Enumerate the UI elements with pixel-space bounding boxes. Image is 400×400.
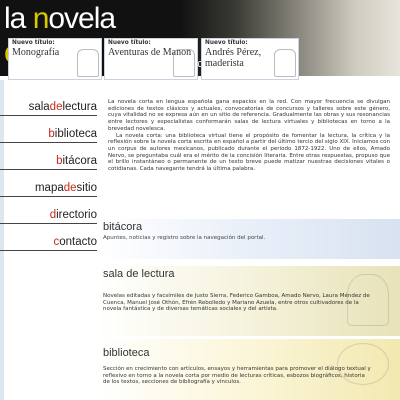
nav-item-mapa-de-sitio[interactable]: mapadesitio [0,180,97,197]
nav-label: sitio [76,182,97,194]
nav-item-biblioteca[interactable]: biblioteca [0,126,97,143]
section-title[interactable]: biblioteca [103,347,149,359]
new-title-card[interactable]: Nuevo título: Andrés Pérez, maderista [201,38,299,80]
main-nav: saladelectura biblioteca bitácora mapade… [0,99,97,261]
section-title[interactable]: sala de lectura [103,268,175,280]
section-description: Apuntes, noticias y registro sobre la na… [103,235,266,241]
intro-paragraph: La novela corta en lengua española gana … [108,99,390,132]
nav-label-highlight: de [63,182,77,194]
card-label: Nuevo título: [205,40,248,46]
sala-de-lectura-section: sala de lectura Novelas editadas y facsí… [97,266,400,336]
sketch-illustration [347,274,389,326]
intro-paragraph: La novela corta: una biblioteca virtual … [108,132,390,173]
nav-item-directorio[interactable]: directorio [0,207,97,224]
nav-label: lectura [62,101,97,113]
nav-label-highlight: de [49,101,63,113]
nav-label: itácora [62,155,97,167]
logo-letter: n [32,2,50,35]
nav-label: mapa [34,182,64,194]
nav-label: iblioteca [54,128,97,140]
new-title-card[interactable]: Nuevo título: Monografía [8,38,102,80]
nav-item-bitacora[interactable]: bitácora [0,153,97,170]
section-title[interactable]: bitácora [103,221,142,233]
card-title: Monografía [12,47,60,58]
logo[interactable]: la novela [4,2,116,35]
nav-label: irectorio [56,209,97,221]
new-title-card[interactable]: Nuevo título: Aventuras de Manon [104,38,198,80]
section-body: Sección en crecimiento con artículos, en… [103,366,371,386]
nav-label: ontacto [59,236,97,248]
biblioteca-section: biblioteca Sección en crecimiento con ar… [97,339,400,400]
section-body: Novelas editadas y facsímiles de Justo S… [103,293,370,313]
sketch-illustration [173,49,195,77]
logo-text: ovela [48,2,116,35]
card-label: Nuevo título: [108,40,151,46]
logo-text: la [4,2,33,35]
nav-item-contacto[interactable]: contacto [0,234,97,251]
card-label: Nuevo título: [12,40,55,46]
sketch-illustration [77,49,99,77]
nav-item-sala-de-lectura[interactable]: saladelectura [0,99,97,116]
nav-label: sala [28,101,50,113]
bitacora-section: bitácora Apuntes, noticias y registro so… [97,219,400,259]
intro-text: La novela corta en lengua española gana … [108,99,390,173]
sketch-illustration [274,49,296,77]
sketch-illustration [337,343,389,385]
